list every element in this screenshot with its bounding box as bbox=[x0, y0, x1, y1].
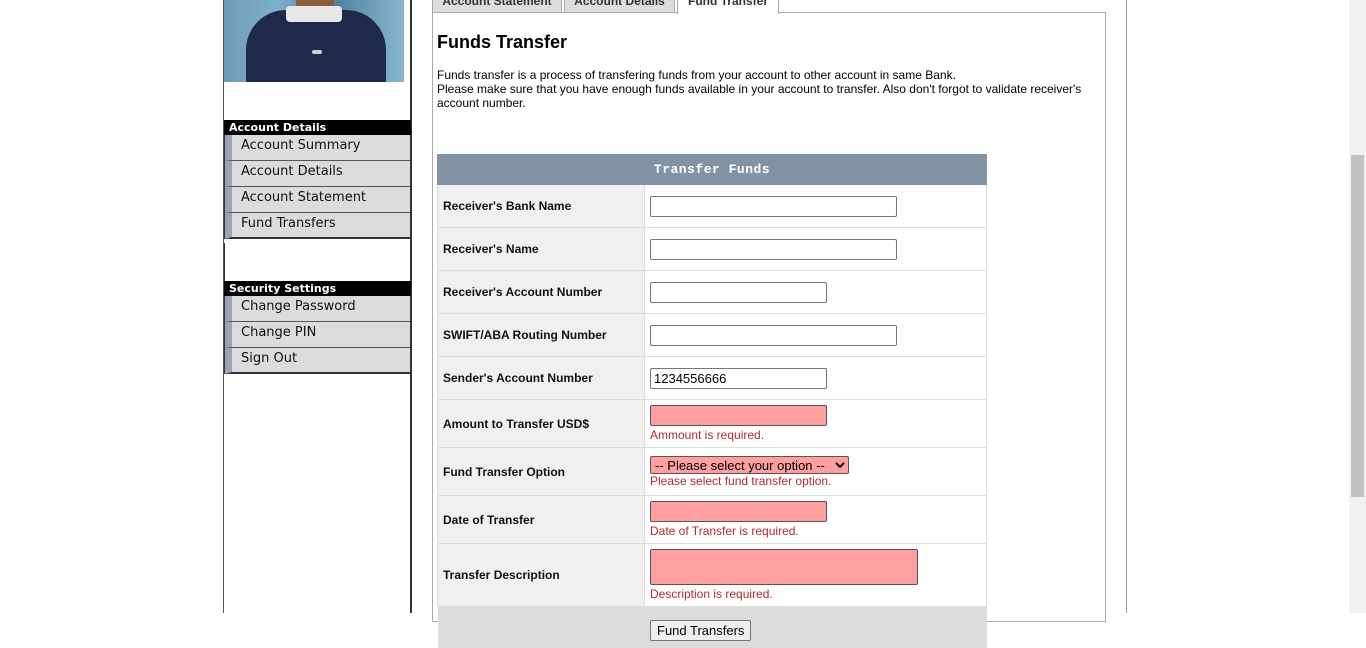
receiver-bank-label: Receiver's Bank Name bbox=[437, 184, 645, 228]
receiver-name-input[interactable] bbox=[650, 238, 897, 260]
sidebar-item-fund-transfers[interactable]: Fund Transfers bbox=[225, 213, 410, 239]
scrollbar-thumb[interactable] bbox=[1351, 155, 1364, 497]
sidebar-item-account-summary[interactable]: Account Summary bbox=[225, 135, 410, 161]
routing-number-label: SWIFT/ABA Routing Number bbox=[437, 313, 645, 357]
account-menu-items: Account Summary Account Details Account … bbox=[224, 135, 411, 239]
avatar-shirt-logo bbox=[312, 50, 322, 54]
sender-account-input[interactable] bbox=[650, 367, 827, 389]
account-menu-header: Account Details bbox=[224, 120, 411, 135]
sidebar-item-account-details[interactable]: Account Details bbox=[225, 161, 410, 187]
security-menu: Security Settings Change Password Change… bbox=[224, 281, 411, 374]
security-menu-items: Change Password Change PIN Sign Out bbox=[224, 296, 411, 374]
page-title: Funds Transfer bbox=[437, 32, 568, 52]
form-header: Transfer Funds bbox=[437, 154, 987, 185]
date-label: Date of Transfer bbox=[437, 495, 645, 544]
fund-transfers-button[interactable]: Fund Transfers bbox=[650, 619, 752, 641]
tab-fund-transfer[interactable]: Fund Transfer bbox=[677, 0, 779, 14]
transfer-funds-form: Transfer Funds Receiver's Bank Name Rece… bbox=[437, 154, 987, 648]
routing-number-input[interactable] bbox=[650, 324, 897, 346]
sender-account-label: Sender's Account Number bbox=[437, 356, 645, 400]
account-menu: Account Details Account Summary Account … bbox=[224, 120, 411, 239]
sidebar-item-account-statement[interactable]: Account Statement bbox=[225, 187, 410, 213]
transfer-option-label: Fund Transfer Option bbox=[437, 447, 645, 496]
amount-error: Ammount is required. bbox=[650, 428, 765, 442]
receiver-name-label: Receiver's Name bbox=[437, 227, 645, 271]
date-input[interactable] bbox=[650, 501, 827, 522]
receiver-account-input[interactable] bbox=[650, 281, 827, 303]
receiver-account-label: Receiver's Account Number bbox=[437, 270, 645, 314]
page-right-border bbox=[1126, 0, 1127, 613]
intro-line-2: Please make sure that you have enough fu… bbox=[437, 82, 1082, 110]
transfer-option-select[interactable]: -- Please select your option -- bbox=[650, 455, 849, 474]
amount-label: Amount to Transfer USD$ bbox=[437, 399, 645, 448]
receiver-bank-input[interactable] bbox=[650, 195, 897, 217]
date-error: Date of Transfer is required. bbox=[650, 524, 799, 538]
sidebar-spacer bbox=[224, 243, 410, 281]
page-scrollbar[interactable] bbox=[1349, 0, 1366, 613]
amount-input[interactable] bbox=[650, 405, 827, 426]
avatar-collar bbox=[286, 6, 342, 22]
description-error: Description is required. bbox=[650, 587, 773, 601]
intro-text: Funds transfer is a process of transferi… bbox=[437, 68, 1097, 110]
description-textarea[interactable] bbox=[650, 549, 918, 585]
sidebar-item-sign-out[interactable]: Sign Out bbox=[225, 348, 410, 374]
transfer-option-error: Please select fund transfer option. bbox=[650, 473, 832, 488]
description-label: Transfer Description bbox=[437, 543, 645, 607]
sidebar-item-change-password[interactable]: Change Password bbox=[225, 296, 410, 322]
avatar bbox=[224, 0, 404, 82]
intro-line-1: Funds transfer is a process of transferi… bbox=[437, 68, 956, 82]
sidebar-item-change-pin[interactable]: Change PIN bbox=[225, 322, 410, 348]
security-menu-header: Security Settings bbox=[224, 281, 411, 296]
